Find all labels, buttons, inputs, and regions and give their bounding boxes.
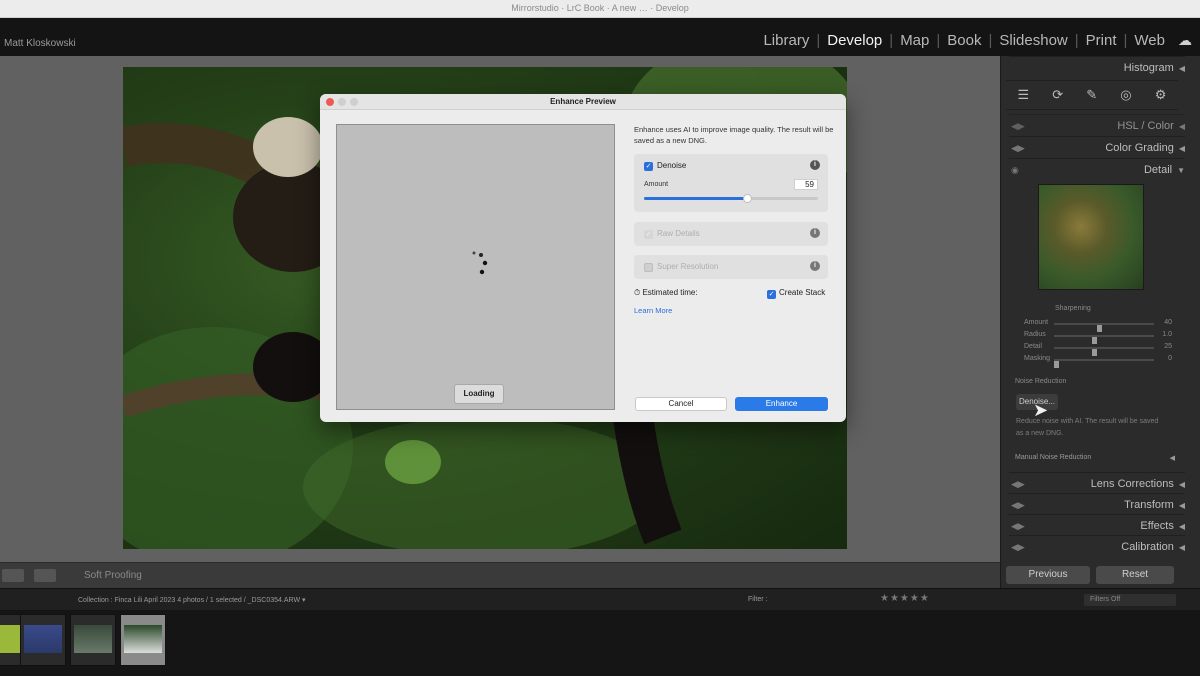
create-stack-checkbox[interactable]: ✓ [767,290,776,299]
panel-transform[interactable]: ◀▶ Transform ◀ [1009,493,1185,515]
close-window-button[interactable] [326,98,334,106]
denoise-label: Denoise [657,161,687,170]
rating-filter-stars[interactable]: ★★★★★ [880,593,930,604]
sharpening-amount-slider[interactable]: Amount 40 [1024,318,1172,332]
raw-details-checkbox: ✓ [644,230,653,239]
filter-label: Filter : [748,596,768,603]
estimated-time: ⏱ Estimated time: [634,288,698,297]
sharpening-masking-slider[interactable]: Masking 0 [1024,354,1172,368]
info-icon[interactable]: i [810,160,820,170]
super-resolution-checkbox [644,263,653,272]
filmstrip-thumb[interactable] [20,614,66,666]
filmstrip [0,610,1200,676]
manual-noise-reduction[interactable]: Manual Noise Reduction ◀ [1015,454,1175,462]
identity-plate: Matt Kloskowski [4,38,76,49]
raw-details-label: Raw Details [657,229,700,238]
module-slideshow[interactable]: Slideshow [992,32,1074,49]
reset-button[interactable]: Reset [1096,566,1174,584]
dialog-title: Enhance Preview [320,94,846,110]
filmstrip-thumb-selected[interactable] [120,614,166,666]
panel-lens-corrections[interactable]: ◀▶ Lens Corrections ◀ [1009,472,1185,494]
panel-calibration[interactable]: ◀▶ Calibration ◀ [1009,535,1185,557]
enhance-button[interactable]: Enhance [735,397,828,411]
edit-sliders-icon[interactable]: ☰ [1018,87,1030,103]
filmstrip-bar: Collection : Finca Lili April 2023 4 pho… [0,588,1200,610]
cloud-icon[interactable]: ☁ [1178,32,1192,49]
amount-slider-handle[interactable] [742,194,752,203]
super-resolution-label: Super Resolution [657,262,719,271]
enhance-preview-dialog: Enhance Preview Loading Enhance uses AI … [320,94,846,422]
healing-icon[interactable]: ✎ [1086,87,1097,103]
window-titlebar: Mirrorstudio · LrC Book · A new … · Deve… [0,0,1200,18]
amount-slider[interactable] [644,194,818,203]
module-library[interactable]: Library [756,32,816,49]
detail-zoom-preview[interactable] [1038,184,1144,290]
module-picker: Library | Develop | Map | Book | Slideshow | … [756,32,1192,49]
enhance-preview-area: Loading [336,124,615,410]
module-map[interactable]: Map [893,32,936,49]
panel-color-grading[interactable]: ◀▶ Color Grading ◀ [1009,136,1185,158]
amount-value-input[interactable]: 59 [794,179,818,190]
develop-tool-strip: ☰ ⟳ ✎ ◎ ⚙ [1006,80,1178,110]
module-book[interactable]: Book [940,32,988,49]
create-stack-option[interactable]: ✓ Create Stack [767,288,825,299]
module-develop[interactable]: Develop [820,32,889,49]
loading-label: Loading [454,384,504,404]
enhance-description: Enhance uses AI to improve image quality… [634,125,834,145]
learn-more-link[interactable]: Learn More [634,306,672,315]
panel-hsl[interactable]: ◀▶ HSL / Color ◀ [1009,114,1185,136]
module-web[interactable]: Web [1127,32,1172,49]
zoom-window-button[interactable] [350,98,358,106]
filters-off-select[interactable]: Filters Off [1084,594,1176,606]
filmstrip-thumb[interactable] [70,614,116,666]
module-bar: Matt Kloskowski Library | Develop | Map | B… [0,18,1200,56]
collection-path[interactable]: Collection : Finca Lili April 2023 4 pho… [78,596,306,604]
before-after-button[interactable] [34,569,56,582]
sharpening-detail-slider[interactable]: Detail 25 [1024,342,1172,356]
crop-icon[interactable]: ⟳ [1052,87,1063,103]
mouse-cursor-icon: ➤ [1033,400,1049,420]
raw-details-option: ✓ Raw Details i [634,222,828,246]
sharpening-radius-slider[interactable]: Radius 1.0 [1024,330,1172,344]
view-mode-button[interactable] [2,569,24,582]
denoise-option: ✓ Denoise i Amount 59 [634,154,828,212]
sharpening-title: Sharpening [1055,305,1091,312]
develop-toolbar: Soft Proofing [0,562,1000,588]
super-resolution-option: Super Resolution i [634,255,828,279]
previous-button[interactable]: Previous [1006,566,1090,584]
info-icon[interactable]: i [810,261,820,271]
loading-spinner-icon [472,251,488,275]
module-print[interactable]: Print [1079,32,1124,49]
panel-effects[interactable]: ◀▶ Effects ◀ [1009,514,1185,536]
masking-icon[interactable]: ⚙ [1155,87,1167,103]
panel-histogram[interactable]: Histogram ◀ [1009,56,1185,78]
minimize-window-button[interactable] [338,98,346,106]
info-icon[interactable]: i [810,228,820,238]
panel-detail[interactable]: ◉ Detail ▼ [1009,158,1185,180]
cancel-button[interactable]: Cancel [635,397,727,411]
noise-reduction-title: Noise Reduction [1015,378,1067,385]
denoise-checkbox[interactable]: ✓ [644,162,653,171]
red-eye-icon[interactable]: ◎ [1120,87,1131,103]
soft-proofing-toggle[interactable]: Soft Proofing [84,570,142,581]
amount-label: Amount [644,181,669,188]
